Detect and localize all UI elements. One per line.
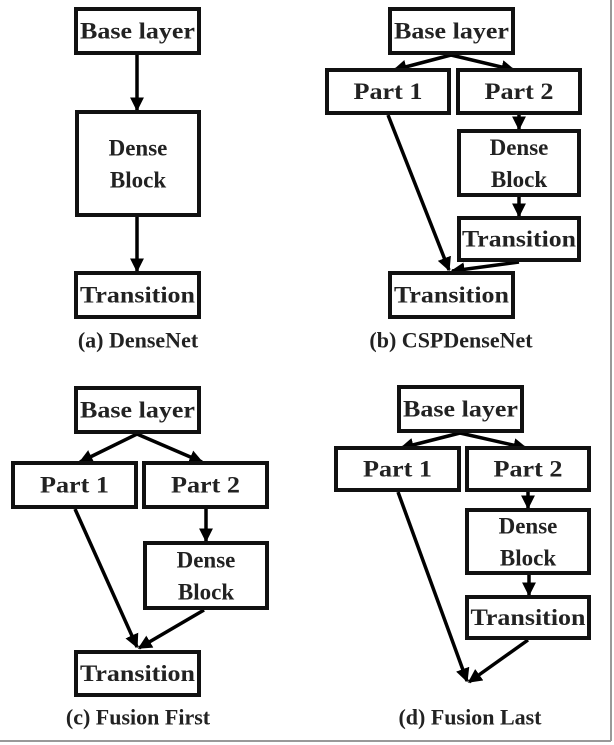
node-label: Transition bbox=[462, 227, 576, 252]
node-label: Transition bbox=[80, 661, 195, 686]
node-transition: Transition bbox=[457, 216, 581, 262]
node-label: Base layer bbox=[80, 398, 195, 423]
arrow-edge bbox=[392, 53, 452, 74]
node-dense-block: Dense Block bbox=[465, 508, 591, 575]
node-label: Part 1 bbox=[354, 79, 423, 104]
node-part-2: Part 2 bbox=[465, 446, 591, 492]
arrow-edge bbox=[459, 431, 528, 453]
node-label: Part 1 bbox=[40, 473, 109, 498]
node-label: Base layer bbox=[80, 19, 195, 44]
arrow-edge bbox=[467, 638, 530, 684]
node-part-1: Part 1 bbox=[11, 461, 138, 509]
panel-caption: (d) Fusion Last bbox=[398, 705, 542, 730]
node-base-layer: Base layer bbox=[74, 386, 201, 434]
node-part-1: Part 1 bbox=[325, 68, 451, 115]
arrow-edge bbox=[399, 431, 461, 452]
node-label: Transition bbox=[80, 283, 195, 308]
node-base-layer: Base layer bbox=[397, 385, 524, 433]
arrow-edge bbox=[78, 432, 138, 464]
node-label: Base layer bbox=[394, 19, 509, 44]
arrow-edge bbox=[137, 608, 205, 650]
csp-diagram: Base layer Dense Block Transition Base layer… bbox=[0, 0, 612, 742]
node-part-2: Part 2 bbox=[456, 68, 582, 115]
node-part-1: Part 1 bbox=[334, 446, 461, 492]
panel-caption: (a) DenseNet bbox=[78, 328, 199, 353]
node-transition: Transition bbox=[74, 650, 201, 697]
node-label: Part 1 bbox=[363, 457, 432, 482]
node-label: Part 2 bbox=[485, 79, 554, 104]
node-label: Part 2 bbox=[494, 457, 563, 482]
node-dense-block: Dense Block bbox=[143, 541, 269, 610]
node-part-2: Part 2 bbox=[142, 461, 269, 509]
node-label: Base layer bbox=[403, 397, 518, 422]
node-transition: Transition bbox=[388, 271, 515, 319]
arrow-edge bbox=[396, 491, 470, 683]
panel-caption: (b) CSPDenseNet bbox=[369, 328, 533, 353]
node-transition: Transition bbox=[74, 271, 201, 319]
arrow-edge bbox=[450, 260, 520, 277]
arrow-edge bbox=[386, 114, 451, 272]
node-base-layer: Base layer bbox=[74, 7, 201, 55]
panel-caption: (c) Fusion First bbox=[66, 705, 211, 730]
arrow-edge bbox=[73, 508, 139, 649]
arrow-edge bbox=[450, 53, 516, 74]
node-transition: Transition bbox=[465, 595, 591, 640]
arrow-edge bbox=[136, 432, 204, 464]
node-label: Transition bbox=[471, 605, 586, 630]
node-dense-block: Dense Block bbox=[75, 110, 201, 217]
node-base-layer: Base layer bbox=[388, 7, 515, 55]
node-label: Part 2 bbox=[171, 473, 240, 498]
node-label: Transition bbox=[394, 283, 509, 308]
node-box bbox=[75, 110, 201, 217]
node-dense-block: Dense Block bbox=[457, 129, 581, 197]
